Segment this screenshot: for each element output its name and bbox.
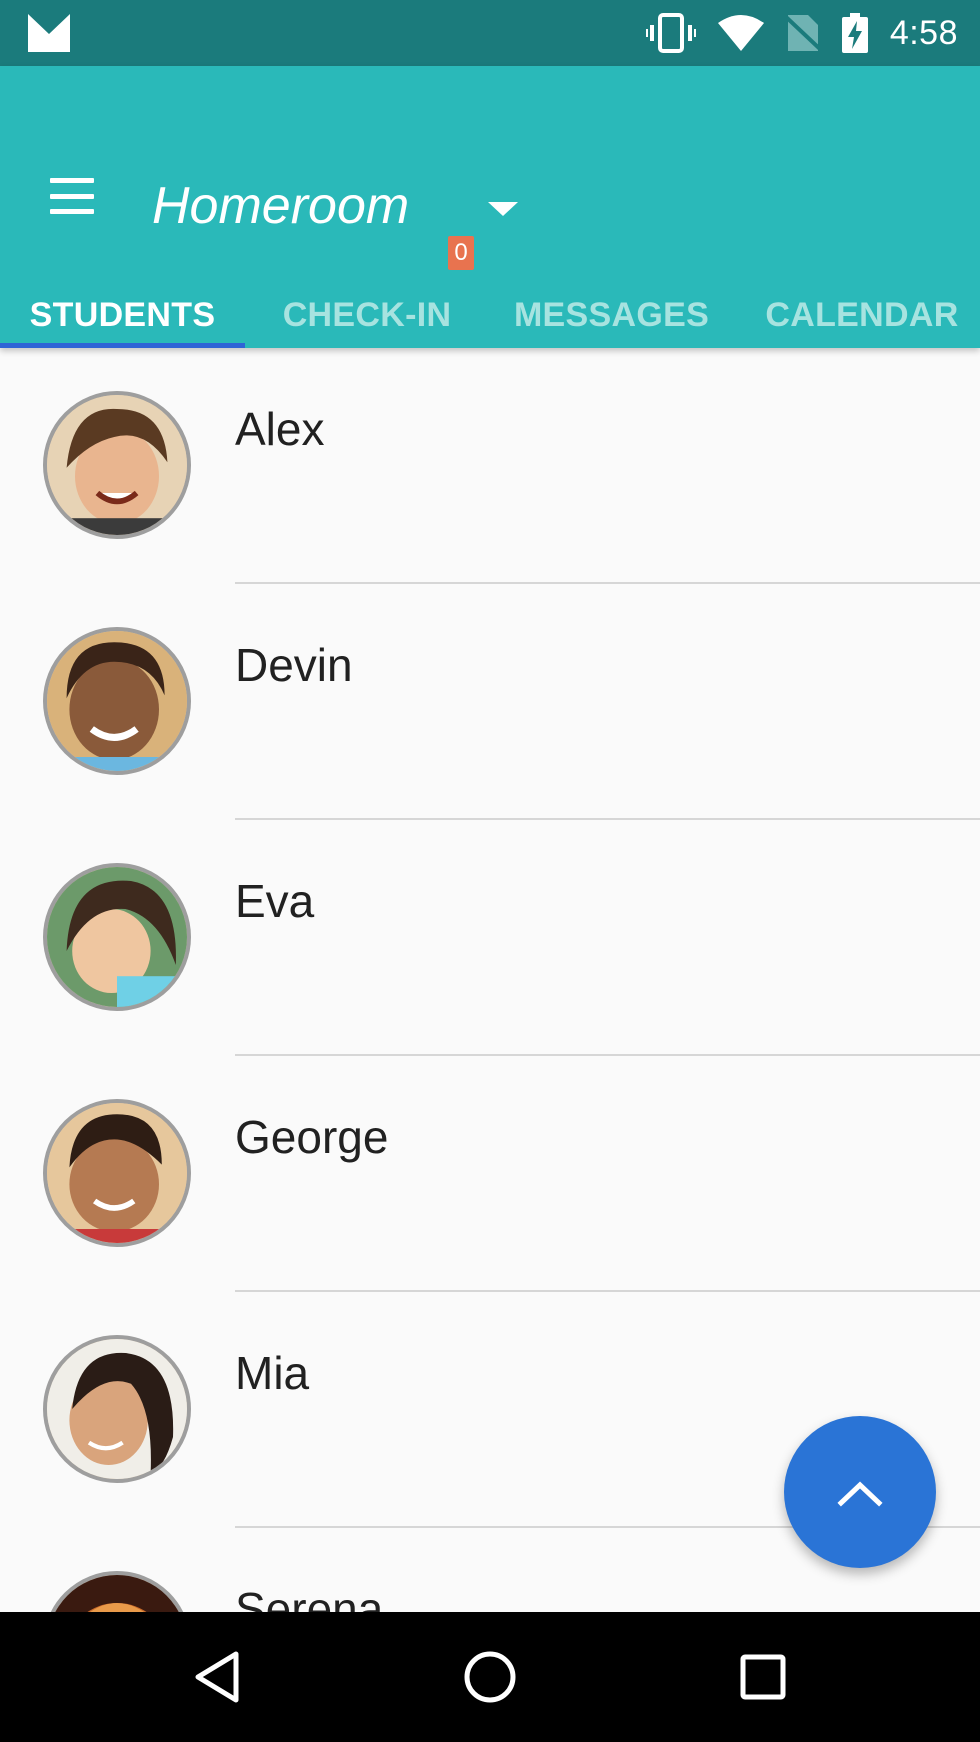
back-icon[interactable] xyxy=(184,1642,254,1712)
no-sim-icon xyxy=(785,15,820,51)
avatar xyxy=(43,863,191,1011)
tab-bar: STUDENTS CHECK-IN MESSAGES CALENDAR xyxy=(0,286,980,348)
student-name: Serena xyxy=(235,1583,384,1612)
tab-messages[interactable]: MESSAGES xyxy=(504,286,719,348)
arrow-drop-down-icon[interactable] xyxy=(488,200,518,218)
chevron-up-icon xyxy=(837,1481,883,1507)
app-title: Homeroom xyxy=(152,177,410,235)
student-name: Devin xyxy=(235,639,353,691)
tab-students[interactable]: STUDENTS xyxy=(0,286,245,348)
menu-icon[interactable] xyxy=(42,170,102,222)
vibrate-icon xyxy=(645,13,696,53)
avatar xyxy=(43,1571,191,1612)
gmail-notification-icon xyxy=(28,14,70,52)
status-icons: 4:58 xyxy=(645,0,958,66)
recents-icon[interactable] xyxy=(728,1642,798,1712)
status-time: 4:58 xyxy=(889,13,958,52)
navigation-bar xyxy=(0,1612,980,1742)
student-name: Alex xyxy=(235,403,325,455)
avatar xyxy=(43,391,191,539)
wifi-icon xyxy=(717,15,764,51)
avatar xyxy=(43,1335,191,1483)
tab-calendar[interactable]: CALENDAR xyxy=(752,286,972,348)
check-in-badge: 0 xyxy=(448,236,474,270)
tab-indicator xyxy=(0,343,245,348)
student-name: George xyxy=(235,1111,389,1163)
app-bar: Homeroom STUDENTS CHECK-IN MESSAGES CALE… xyxy=(0,66,980,348)
tab-check-in[interactable]: CHECK-IN xyxy=(262,286,472,348)
student-row-alex[interactable]: Alex xyxy=(0,348,980,584)
battery-charging-icon xyxy=(841,13,868,53)
avatar xyxy=(43,627,191,775)
status-bar: 4:58 xyxy=(0,0,980,66)
student-row-devin[interactable]: Devin xyxy=(0,584,980,820)
scroll-to-top-button[interactable] xyxy=(784,1416,936,1568)
student-name: Mia xyxy=(235,1347,310,1399)
student-row-eva[interactable]: Eva xyxy=(0,820,980,1056)
student-row-george[interactable]: George xyxy=(0,1056,980,1292)
student-name: Eva xyxy=(235,875,315,927)
avatar xyxy=(43,1099,191,1247)
home-icon[interactable] xyxy=(455,1642,525,1712)
